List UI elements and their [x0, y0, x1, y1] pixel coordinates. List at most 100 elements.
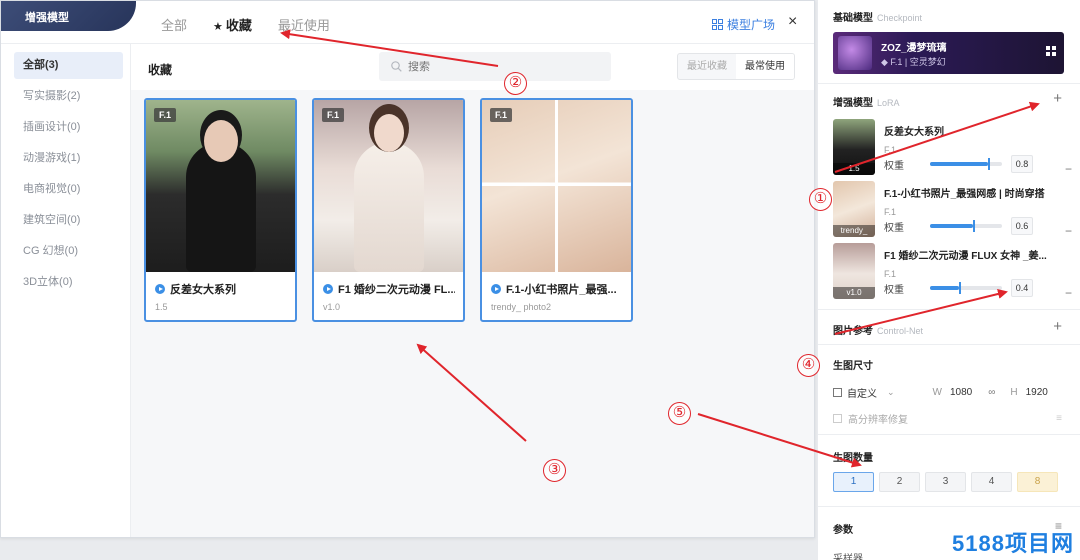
lora-name: F1 婚纱二次元动漫 FLUX 女神 _姜... [884, 251, 1047, 262]
weight-slider[interactable] [930, 220, 1002, 232]
category-ecommerce[interactable]: 电商视觉(0) [14, 176, 123, 203]
checkpoint-name: ZOZ_漫梦琉璃 [881, 43, 947, 54]
weight-slider[interactable] [930, 158, 1002, 170]
tab-recent-label: 最近使用 [277, 18, 330, 33]
weight-value[interactable]: 0.8 [1011, 155, 1033, 173]
play-circle-icon [323, 284, 333, 294]
count-option-1[interactable]: 1 [833, 472, 874, 492]
lora-item: trendy_ F.1-小红书照片_最强网感 | 时尚穿搭 F.1 权重 0.6… [833, 181, 1072, 243]
card-title: 反差女大系列 [155, 281, 287, 297]
lora-body: F1 婚纱二次元动漫 FLUX 女神 _姜... F.1 权重 0.4 − [884, 243, 1072, 305]
star-icon: ★ [213, 21, 223, 33]
weight-slider-knob[interactable] [973, 220, 976, 232]
count-option-3[interactable]: 3 [925, 472, 966, 492]
link-icon[interactable]: ∞ [988, 387, 995, 398]
weight-row: 权重 0.4 [884, 279, 1060, 297]
card-version: v1.0 [323, 302, 341, 312]
count-option-8[interactable]: 8 [1017, 472, 1058, 492]
checkpoint-meta-text: F.1 | 空灵梦幻 [890, 57, 946, 67]
height-input[interactable]: 1920 [1026, 387, 1048, 398]
model-card-grid: F.1 反差女大系列 1.5 F.1 F1 婚纱二次元动漫 FL... v1.0 [144, 98, 633, 322]
base-model-title: 基础模型 [833, 13, 873, 24]
count-option-2[interactable]: 2 [879, 472, 920, 492]
weight-slider-knob[interactable] [987, 158, 990, 170]
tab-all-label: 全部 [161, 18, 188, 33]
weight-slider[interactable] [930, 282, 1002, 294]
remove-lora-button[interactable]: − [1065, 162, 1072, 176]
weight-label: 权重 [884, 222, 904, 234]
controlnet-section: 图片参考 Control-Net + [818, 310, 1080, 345]
grid-icon[interactable] [1046, 46, 1056, 56]
lora-thumbnail: v1.0 [833, 243, 875, 299]
search-icon [391, 61, 402, 72]
controlnet-label: 图片参考 Control-Net [833, 322, 1064, 337]
category-cg-fantasy[interactable]: CG 幻想(0) [14, 238, 123, 265]
thumbnail-head [203, 120, 238, 162]
lora-thumb-tag: v1.0 [833, 287, 875, 299]
category-all[interactable]: 全部(3) [14, 52, 123, 79]
remove-lora-button[interactable]: − [1065, 286, 1072, 300]
checkpoint-thumbnail [838, 36, 872, 70]
weight-label: 权重 [884, 284, 904, 296]
tab-favorites-label: 收藏 [225, 18, 252, 33]
weight-label: 权重 [884, 160, 904, 172]
checkpoint-meta: ◆ F.1 | 空灵梦幻 [881, 55, 946, 68]
base-model-label: 基础模型 Checkpoint [833, 9, 1064, 24]
base-badge: F.1 [154, 108, 177, 122]
hires-label: 高分辨率修复 [848, 414, 908, 426]
generation-settings-panel: 基础模型 Checkpoint ZOZ_漫梦琉璃 ◆ F.1 | 空灵梦幻 增强模… [818, 0, 1080, 560]
width-input[interactable]: 1080 [950, 387, 972, 398]
model-picker-modal: 增强模型 全部 ★ 收藏 最近使用 模型广场 × 全部(3) 写实摄影(2) 插画… [0, 0, 815, 538]
category-3d[interactable]: 3D立体(0) [14, 269, 123, 296]
hires-row: 高分辨率修复 ≡ [833, 408, 1064, 428]
search-box[interactable] [379, 52, 611, 81]
category-photo[interactable]: 写实摄影(2) [14, 83, 123, 110]
add-controlnet-button[interactable]: + [1053, 318, 1062, 335]
category-anime[interactable]: 动漫游戏(1) [14, 145, 123, 172]
lora-name: F.1-小红书照片_最强网感 | 时尚穿搭 [884, 189, 1045, 200]
weight-value[interactable]: 0.4 [1011, 279, 1033, 297]
thumbnail-figure [353, 142, 424, 272]
hires-checkbox[interactable] [833, 413, 842, 423]
size-mode-select[interactable]: 自定义 [847, 385, 877, 400]
weight-value[interactable]: 0.6 [1011, 217, 1033, 235]
close-button[interactable]: × [788, 13, 797, 31]
model-card[interactable]: F.1 F.1-小红书照片_最强... trendy_ photo2 [480, 98, 633, 322]
sort-most-used[interactable]: 最常使用 [736, 54, 794, 79]
category-illustration[interactable]: 插画设计(0) [14, 114, 123, 141]
search-input[interactable] [408, 60, 588, 73]
model-market-link[interactable]: 模型广场 [712, 16, 775, 33]
content-title: 收藏 [148, 63, 173, 77]
settings-icon[interactable]: ≡ [1056, 413, 1062, 424]
category-architecture[interactable]: 建筑空间(0) [14, 207, 123, 234]
sort-recent-favorites[interactable]: 最近收藏 [678, 54, 736, 79]
lora-title: 增强模型 [833, 98, 873, 109]
remove-lora-button[interactable]: − [1065, 224, 1072, 238]
model-thumbnail: F.1 [146, 100, 295, 272]
height-label: H [1010, 386, 1018, 398]
base-model-section: 基础模型 Checkpoint ZOZ_漫梦琉璃 ◆ F.1 | 空灵梦幻 [818, 0, 1080, 84]
add-lora-button[interactable]: + [1053, 90, 1062, 107]
card-info: 反差女大系列 1.5 [146, 272, 295, 312]
annotation-marker-3: ③ [543, 459, 566, 482]
play-circle-icon [155, 284, 165, 294]
card-info: F1 婚纱二次元动漫 FL... v1.0 [314, 272, 463, 312]
lora-thumb-tag: 1.5 [833, 163, 875, 175]
checkpoint-card[interactable]: ZOZ_漫梦琉璃 ◆ F.1 | 空灵梦幻 [833, 32, 1064, 74]
lora-subtitle: LoRA [877, 98, 900, 108]
weight-slider-knob[interactable] [958, 282, 961, 294]
image-size-section: 生图尺寸 自定义 ⌄ W 1080 ∞ H 1920 高分辨率修复 ≡ [818, 345, 1080, 435]
lora-version: F.1 [884, 145, 897, 155]
base-badge: F.1 [322, 108, 345, 122]
model-card[interactable]: F.1 F1 婚纱二次元动漫 FL... v1.0 [312, 98, 465, 322]
model-card[interactable]: F.1 反差女大系列 1.5 [144, 98, 297, 322]
watermark: 5188项目网 [952, 531, 1074, 556]
grid-apps-icon [712, 19, 723, 30]
count-option-4[interactable]: 4 [971, 472, 1012, 492]
controlnet-subtitle: Control-Net [877, 326, 924, 336]
weight-slider-fill [930, 286, 959, 290]
category-sidebar: 全部(3) 写实摄影(2) 插画设计(0) 动漫游戏(1) 电商视觉(0) 建筑… [1, 44, 131, 537]
model-thumbnail: F.1 [314, 100, 463, 272]
image-count-section: 生图数量 1 2 3 4 8 [818, 435, 1080, 507]
weight-row: 权重 0.8 [884, 155, 1060, 173]
